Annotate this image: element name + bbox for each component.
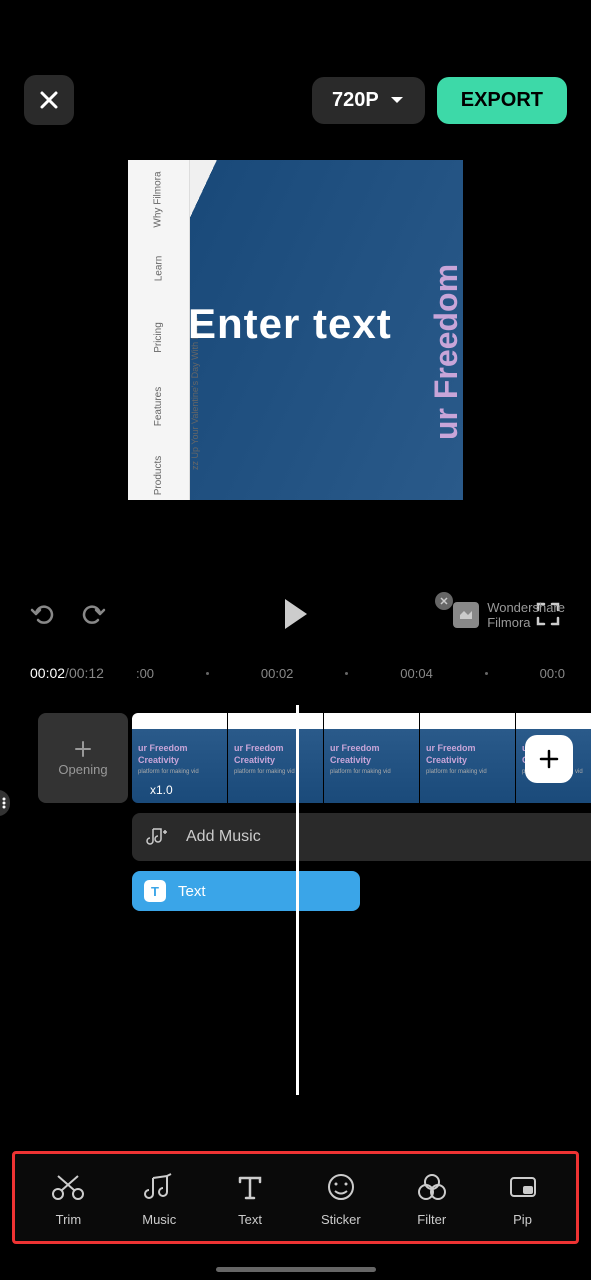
- filter-label: Filter: [417, 1212, 446, 1227]
- redo-button[interactable]: [78, 600, 106, 633]
- music-icon: [143, 1172, 175, 1202]
- speed-label: x1.0: [150, 783, 173, 797]
- watermark-line2: Filmora: [487, 615, 565, 630]
- play-icon: [281, 597, 311, 631]
- ruler-mark: :00: [136, 666, 154, 681]
- current-time: 00:02: [30, 665, 65, 681]
- plus-icon: [74, 740, 92, 758]
- playhead[interactable]: [296, 705, 299, 1095]
- preview-sidebar: Why Filmora Learn Pricing Features Produ…: [128, 160, 190, 500]
- filter-tool[interactable]: Filter: [392, 1172, 472, 1227]
- plus-icon: [537, 747, 561, 771]
- text-tool[interactable]: Text: [210, 1172, 290, 1227]
- header: 720P EXPORT: [0, 0, 591, 130]
- ruler-dot: [485, 672, 488, 675]
- ruler-marks: :00 00:02 00:04 00:0: [110, 666, 591, 681]
- add-music-track[interactable]: Add Music: [132, 813, 591, 861]
- close-icon: [38, 89, 60, 111]
- sticker-label: Sticker: [321, 1212, 361, 1227]
- close-button[interactable]: [24, 75, 74, 125]
- ruler-dot: [345, 672, 348, 675]
- undo-button[interactable]: [30, 600, 58, 633]
- watermark-line1: Wondershare: [487, 600, 565, 615]
- add-opening-button[interactable]: Opening: [38, 713, 128, 803]
- preview-area: Why Filmora Learn Pricing Features Produ…: [0, 160, 591, 500]
- opening-label: Opening: [58, 762, 107, 777]
- sticker-tool[interactable]: Sticker: [301, 1172, 381, 1227]
- video-clip[interactable]: ur FreedomCreativityplatform for making …: [228, 713, 324, 803]
- total-time: /00:12: [65, 665, 104, 681]
- chevron-down-icon: [389, 95, 405, 105]
- trim-tool[interactable]: Trim: [28, 1172, 108, 1227]
- undo-redo-group: [30, 600, 106, 633]
- undo-icon: [30, 600, 58, 628]
- text-clip-label: Text: [178, 883, 206, 900]
- text-clip[interactable]: T Text: [132, 871, 360, 911]
- ruler-mark: 00:0: [540, 666, 565, 681]
- pip-icon: [507, 1172, 539, 1202]
- text-icon: T: [144, 880, 166, 902]
- music-label: Music: [142, 1212, 176, 1227]
- add-clip-button[interactable]: [525, 735, 573, 783]
- redo-icon: [78, 600, 106, 628]
- header-right: 720P EXPORT: [312, 77, 567, 124]
- sticker-icon: [325, 1172, 357, 1202]
- sidebar-nav-item: Pricing: [153, 322, 164, 353]
- text-overlay[interactable]: Enter text: [188, 300, 392, 348]
- timeline-ruler[interactable]: 00:02/00:12 :00 00:02 00:04 00:0: [0, 663, 591, 683]
- quality-selector[interactable]: 720P: [312, 77, 425, 124]
- text-icon: [234, 1172, 266, 1202]
- watermark-logo-icon: [453, 602, 479, 628]
- ruler-mark: 00:04: [400, 666, 433, 681]
- export-label: EXPORT: [461, 89, 543, 111]
- bottom-toolbar: Trim Music Text Sticker Filter Pip: [12, 1151, 579, 1244]
- home-indicator[interactable]: [216, 1267, 376, 1272]
- ruler-mark: 00:02: [261, 666, 294, 681]
- ruler-dot: [206, 672, 209, 675]
- pip-label: Pip: [513, 1212, 532, 1227]
- trim-icon: [50, 1172, 86, 1202]
- music-tool[interactable]: Music: [119, 1172, 199, 1227]
- filter-icon: [416, 1172, 448, 1202]
- export-button[interactable]: EXPORT: [437, 77, 567, 124]
- time-display: 00:02/00:12: [30, 665, 104, 681]
- video-clip[interactable]: ur FreedomCreativityplatform for making …: [132, 713, 228, 803]
- video-clips[interactable]: ur FreedomCreativityplatform for making …: [132, 713, 591, 803]
- close-icon: [440, 597, 448, 605]
- text-label: Text: [238, 1212, 262, 1227]
- add-music-label: Add Music: [186, 828, 261, 846]
- sidebar-items: Why Filmora Learn Pricing Features Produ…: [128, 160, 189, 495]
- quality-label: 720P: [332, 89, 379, 112]
- trim-label: Trim: [56, 1212, 82, 1227]
- watermark[interactable]: Wondershare Filmora: [453, 600, 565, 630]
- play-button[interactable]: [281, 597, 311, 636]
- watermark-text: Wondershare Filmora: [487, 600, 565, 630]
- video-clip[interactable]: ur FreedomCreativityplatform for making …: [324, 713, 420, 803]
- pip-tool[interactable]: Pip: [483, 1172, 563, 1227]
- sidebar-nav-item: Features: [153, 387, 164, 426]
- video-clip[interactable]: ur FreedomCreativityplatform for making …: [420, 713, 516, 803]
- timeline-area: Opening ur FreedomCreativityplatform for…: [0, 713, 591, 911]
- sidebar-nav-item: Learn: [153, 256, 164, 282]
- sidebar-nav-item: Products: [153, 456, 164, 495]
- sidebar-nav-item: Why Filmora: [153, 171, 164, 227]
- preview-content-line1: ur Freedom: [428, 264, 463, 440]
- video-preview[interactable]: Why Filmora Learn Pricing Features Produ…: [128, 160, 463, 500]
- music-plus-icon: [146, 826, 168, 848]
